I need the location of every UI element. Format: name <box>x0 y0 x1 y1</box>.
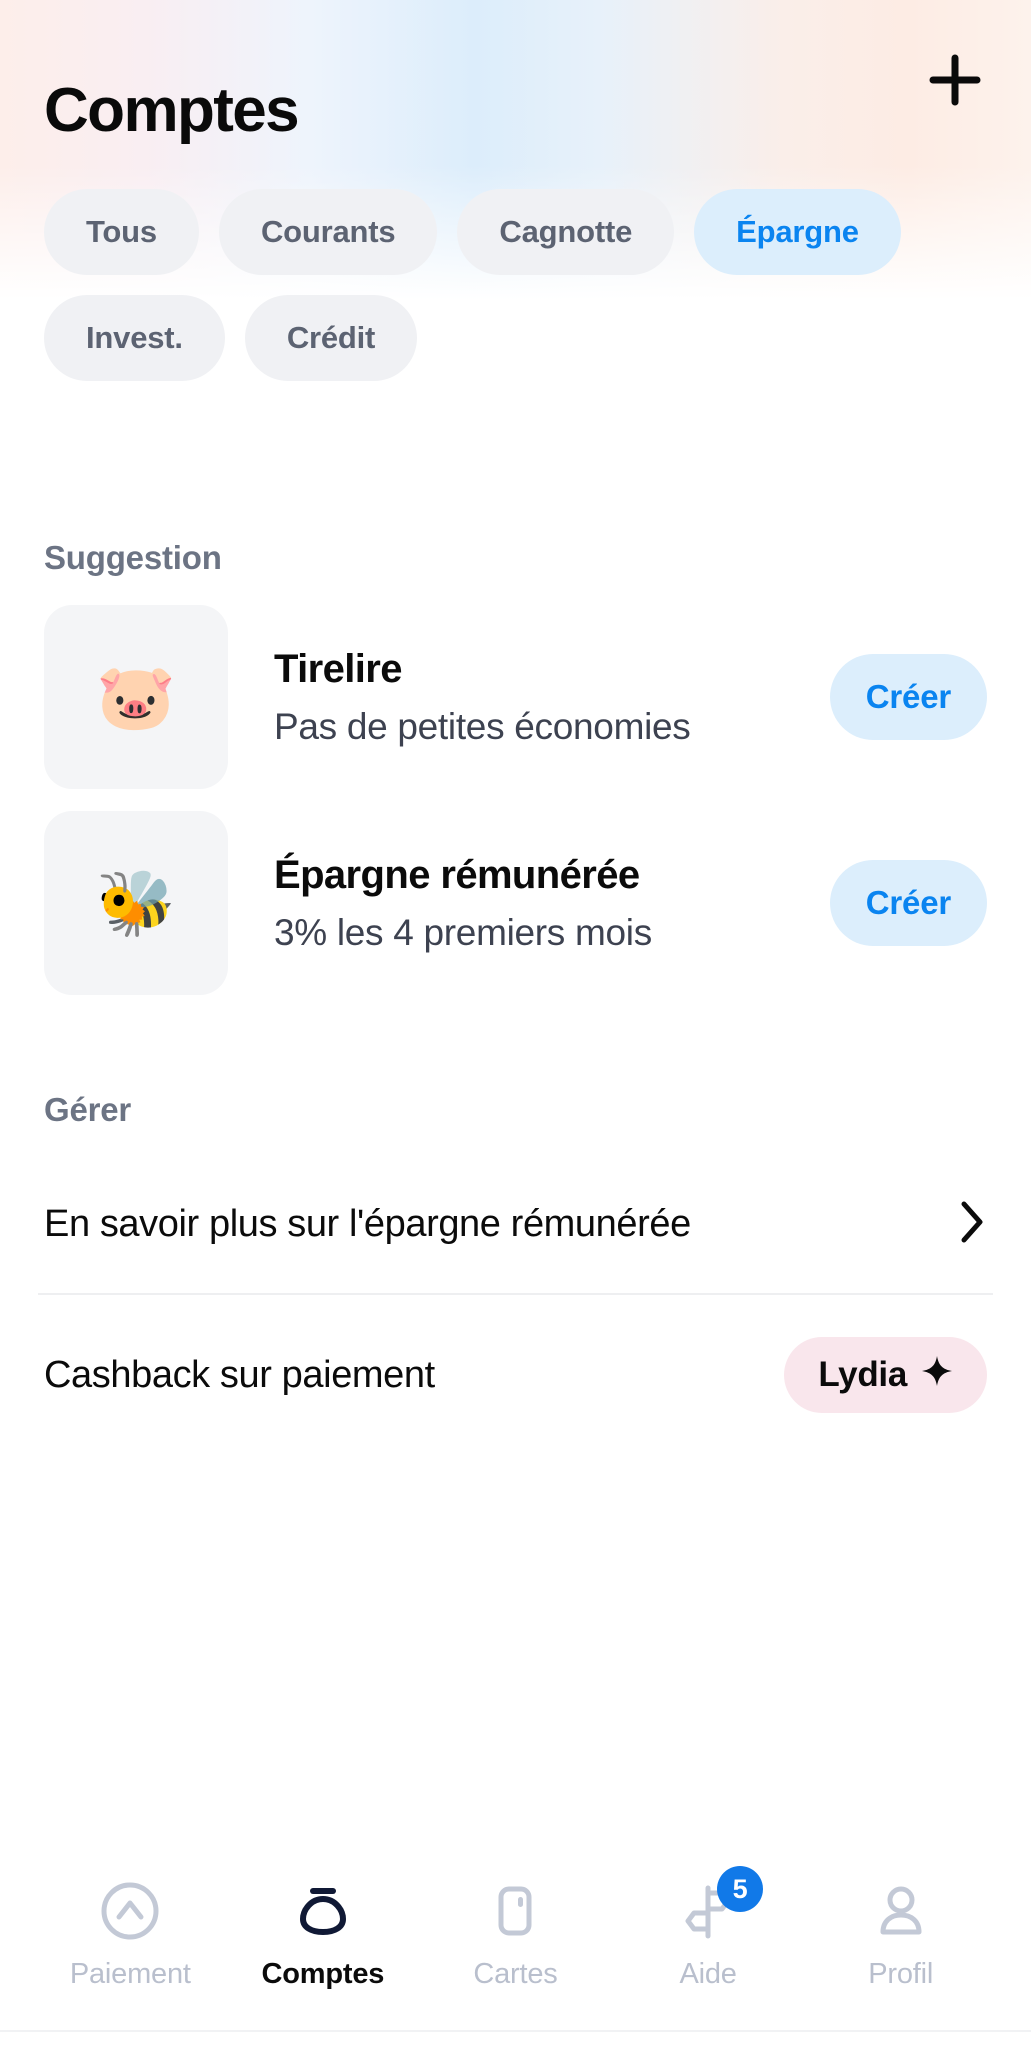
page-title: Comptes <box>44 76 300 145</box>
person-icon <box>868 1878 934 1944</box>
sparkle-icon <box>921 1355 953 1396</box>
tab-label: Aide <box>679 1958 737 1990</box>
create-epargne-remuneree-button[interactable]: Créer <box>829 860 987 947</box>
create-tirelire-button[interactable]: Créer <box>829 654 987 741</box>
chevron-right-icon <box>957 1198 987 1251</box>
bee-emoji: 🐝 <box>44 811 228 996</box>
filter-chip-tous[interactable]: Tous <box>44 189 199 276</box>
row-en-savoir-plus[interactable]: En savoir plus sur l'épargne rémunérée <box>0 1155 1031 1293</box>
row-label: Cashback sur paiement <box>44 1353 435 1396</box>
tab-cartes[interactable]: Cartes <box>419 1878 612 1991</box>
payment-circle-icon <box>97 1878 163 1944</box>
suggestion-list: 🐷 Tirelire Pas de petites économies Crée… <box>0 605 1031 996</box>
filter-chip-cagnotte[interactable]: Cagnotte <box>457 189 675 276</box>
filter-chip-credit[interactable]: Crédit <box>244 295 418 382</box>
tab-label: Paiement <box>69 1958 191 1990</box>
gerer-section-title: Gérer <box>44 1091 132 1129</box>
pig-emoji: 🐷 <box>44 605 228 790</box>
piggy-bank-icon <box>290 1878 356 1944</box>
tab-label: Profil <box>868 1958 934 1990</box>
lydia-badge: Lydia <box>784 1337 987 1414</box>
filter-chip-invest[interactable]: Invest. <box>44 295 225 382</box>
tab-label: Comptes <box>261 1958 385 1990</box>
tab-profil[interactable]: Profil <box>804 1878 997 1991</box>
suggestion-section: Suggestion 🐷 Tirelire Pas de petites éco… <box>0 539 1031 996</box>
suggestion-item-title: Épargne rémunérée <box>274 852 640 897</box>
suggestion-item-subtitle: Pas de petites économies <box>274 705 691 747</box>
suggestion-item-tirelire[interactable]: 🐷 Tirelire Pas de petites économies Crée… <box>0 605 1031 790</box>
suggestion-item-text: Épargne rémunérée 3% les 4 premiers mois <box>228 851 830 955</box>
account-filter-chips: Tous Courants Cagnotte Épargne Invest. C… <box>0 143 1031 382</box>
plus-icon <box>927 52 983 108</box>
tab-label: Cartes <box>473 1958 558 1990</box>
gerer-section: Gérer En savoir plus sur l'épargne rémun… <box>0 1091 1031 1455</box>
filter-chip-epargne[interactable]: Épargne <box>694 189 901 276</box>
aide-notification-badge: 5 <box>717 1866 764 1912</box>
row-label: En savoir plus sur l'épargne rémunérée <box>44 1202 691 1245</box>
row-cashback-sur-paiement[interactable]: Cashback sur paiement Lydia <box>0 1295 1031 1455</box>
home-indicator-area <box>0 2030 1031 2048</box>
card-icon <box>482 1878 548 1944</box>
add-account-button[interactable] <box>915 40 995 120</box>
lydia-badge-label: Lydia <box>818 1355 907 1395</box>
filter-chip-courants[interactable]: Courants <box>218 189 438 276</box>
app-screen: Comptes Tous Courants Cagnotte Épargne I… <box>0 0 1031 2048</box>
tab-comptes[interactable]: Comptes <box>227 1878 420 1991</box>
suggestion-item-subtitle: 3% les 4 premiers mois <box>274 911 652 953</box>
suggestion-item-epargne-remuneree[interactable]: 🐝 Épargne rémunérée 3% les 4 premiers mo… <box>0 811 1031 996</box>
tab-aide[interactable]: 5 Aide <box>612 1866 805 1991</box>
suggestion-item-text: Tirelire Pas de petites économies <box>228 645 830 749</box>
page-header: Comptes <box>0 0 1031 143</box>
bottom-tab-bar: Paiement Comptes Cartes 5 Aide Profil <box>0 1854 1031 2030</box>
suggestion-section-title: Suggestion <box>44 539 222 577</box>
tab-paiement[interactable]: Paiement <box>34 1878 227 1991</box>
signpost-icon: 5 <box>675 1866 764 1944</box>
suggestion-item-title: Tirelire <box>274 646 402 691</box>
